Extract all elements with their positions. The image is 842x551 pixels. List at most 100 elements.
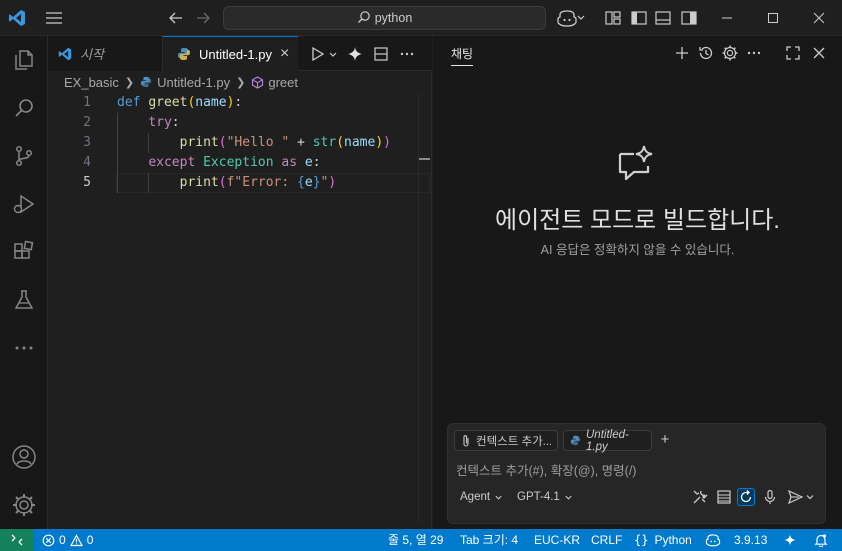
notifications-bell-icon[interactable] xyxy=(814,529,828,551)
chevron-down-icon xyxy=(494,493,503,502)
source-control-icon[interactable] xyxy=(0,132,48,180)
line-number: 1 xyxy=(83,95,91,110)
search-icon[interactable] xyxy=(0,84,48,132)
code-token: : xyxy=(234,95,243,110)
code-line[interactable]: 5 print(f"Error: {e}") xyxy=(48,173,432,193)
python-interpreter[interactable]: 3.9.13 xyxy=(734,529,767,551)
more-actions-icon[interactable] xyxy=(398,45,416,63)
vscode-logo-icon xyxy=(8,9,26,27)
close-icon[interactable]: × xyxy=(280,45,289,63)
chevron-down-icon[interactable] xyxy=(327,45,339,63)
copilot-sparkle-icon[interactable] xyxy=(783,529,797,551)
extensions-icon[interactable] xyxy=(0,228,48,276)
more-icon[interactable] xyxy=(745,44,763,62)
line-content: try: xyxy=(117,113,180,133)
mode-label: Agent xyxy=(460,491,491,503)
chat-panel: 채팅 에이전트 모드로 빌드합니다. AI 응답은 정확하지 않을 수 있습니다… xyxy=(433,36,842,529)
forward-arrow-icon[interactable] xyxy=(194,9,212,27)
remote-icon[interactable] xyxy=(0,529,34,551)
breadcrumb-symbol[interactable]: greet xyxy=(268,75,298,90)
breadcrumb: EX_basic ❯ Untitled-1.py ❯ greet xyxy=(48,71,432,93)
auto-approve-icon[interactable] xyxy=(737,488,755,506)
copilot-status-icon[interactable] xyxy=(705,529,721,551)
mode-picker[interactable]: Agent xyxy=(460,487,503,507)
gear-icon[interactable] xyxy=(721,44,739,62)
code-token: e xyxy=(304,155,313,170)
end-of-line[interactable]: CRLF xyxy=(591,529,622,551)
cursor-position[interactable]: 줄 5, 열 29 xyxy=(388,529,443,551)
tab-welcome[interactable]: 시작 xyxy=(48,36,163,71)
code-token: ( xyxy=(336,135,345,150)
testing-icon[interactable] xyxy=(0,276,48,324)
breadcrumb-file[interactable]: Untitled-1.py xyxy=(157,75,230,90)
maximize-icon[interactable] xyxy=(750,0,796,36)
model-picker[interactable]: GPT-4.1 xyxy=(517,487,573,507)
code-line[interactable]: 1 def greet(name): xyxy=(48,93,432,113)
line-content: print("Hello " + str(name)) xyxy=(117,133,391,153)
new-chat-icon[interactable] xyxy=(673,44,691,62)
code-line[interactable]: 2 try: xyxy=(48,113,432,133)
split-editor-icon[interactable] xyxy=(372,45,390,63)
chevron-right-icon: ❯ xyxy=(236,76,246,89)
run-icon[interactable] xyxy=(309,45,327,63)
code-token: + xyxy=(289,135,313,150)
close-icon[interactable] xyxy=(810,44,828,62)
title-bar: python xyxy=(0,0,842,36)
copilot-icon[interactable] xyxy=(556,9,577,27)
status-bar: 0 0 줄 5, 열 29 Tab 크기: 4 EUC-KR CRLF {} P… xyxy=(0,529,842,551)
chat-title[interactable]: 채팅 xyxy=(451,45,474,66)
tab-size[interactable]: Tab 크기: 4 xyxy=(460,529,518,551)
command-center-search[interactable]: python xyxy=(223,6,546,30)
minimap-slider[interactable] xyxy=(419,158,430,160)
code-line[interactable]: 4 except Exception as e: xyxy=(48,153,432,173)
error-count: 0 xyxy=(59,533,66,547)
tab-untitled-1[interactable]: Untitled-1.py × xyxy=(163,36,298,71)
more-icon[interactable] xyxy=(0,324,48,372)
layout-customize-icon[interactable] xyxy=(604,9,622,27)
code-token: : xyxy=(171,115,180,130)
code-token: print xyxy=(179,175,219,190)
language-mode[interactable]: {} Python xyxy=(634,529,692,551)
braces-icon: {} xyxy=(634,533,649,547)
copilot-sparkle-icon[interactable] xyxy=(346,45,364,63)
terminal-icon[interactable] xyxy=(715,488,733,506)
code-token: ( xyxy=(218,135,227,150)
editor-group: 시작 Untitled-1.py × EX_basic ❯ Untitled-1… xyxy=(48,36,432,529)
model-label: GPT-4.1 xyxy=(517,491,560,503)
context-file-chip[interactable]: Untitled-1.py xyxy=(563,429,652,453)
accounts-icon[interactable] xyxy=(0,433,48,481)
vscode-logo-icon xyxy=(58,47,72,61)
chat-header: 채팅 xyxy=(433,36,842,71)
maximize-panel-icon[interactable] xyxy=(784,44,802,62)
add-context-button[interactable]: 컨텍스트 추가... xyxy=(454,430,558,451)
chat-heading: 에이전트 모드로 빌드합니다. xyxy=(495,207,780,234)
tools-icon[interactable] xyxy=(691,488,709,506)
toggle-panel-icon[interactable] xyxy=(654,9,672,27)
encoding[interactable]: EUC-KR xyxy=(534,529,580,551)
line-number: 2 xyxy=(83,115,91,130)
back-arrow-icon[interactable] xyxy=(167,9,185,27)
code-editor[interactable]: 1 def greet(name): 2 try: 3 print("Hello " … xyxy=(48,93,432,523)
history-icon[interactable] xyxy=(697,44,715,62)
chevron-down-icon[interactable] xyxy=(576,9,594,27)
add-icon[interactable]: + xyxy=(654,430,676,451)
chevron-right-icon: ❯ xyxy=(124,76,135,89)
code-line[interactable]: 3 print("Hello " + str(name)) xyxy=(48,133,432,153)
run-debug-icon[interactable] xyxy=(0,180,48,228)
close-icon[interactable] xyxy=(796,0,842,36)
python-file-icon xyxy=(140,76,152,88)
problems-indicator[interactable]: 0 0 xyxy=(42,529,93,551)
chat-input-field[interactable]: 컨텍스트 추가(#), 확장(@), 명령(/) xyxy=(456,460,636,479)
toggle-secondary-sidebar-icon[interactable] xyxy=(680,9,698,27)
manage-gear-icon[interactable] xyxy=(0,481,48,529)
microphone-icon[interactable] xyxy=(761,488,779,506)
menu-icon[interactable] xyxy=(44,10,64,26)
send-icon[interactable] xyxy=(786,488,816,506)
toggle-sidebar-icon[interactable] xyxy=(630,9,648,27)
minimize-icon[interactable] xyxy=(704,0,750,36)
code-token: f"Error: xyxy=(226,175,298,190)
explorer-icon[interactable] xyxy=(0,36,48,84)
breadcrumb-folder[interactable]: EX_basic xyxy=(64,75,119,90)
